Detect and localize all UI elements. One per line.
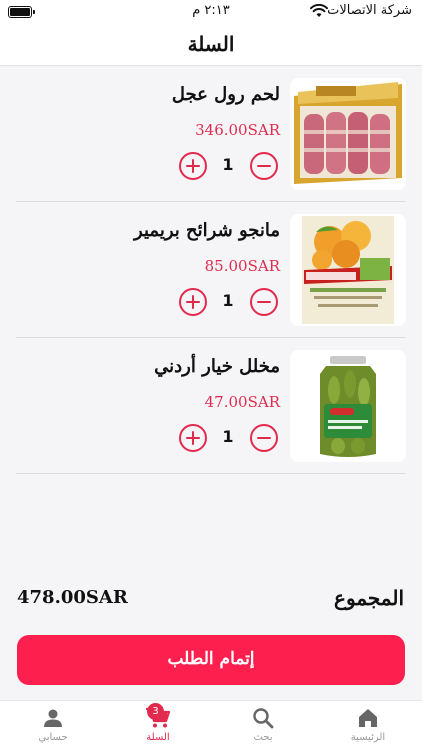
tab-label: السلة (146, 732, 170, 743)
page-title: السلة (187, 32, 235, 56)
home-icon (359, 709, 377, 727)
decrease-quantity-button[interactable] (250, 288, 278, 316)
tab-search[interactable]: بحث (223, 705, 303, 749)
status-bar: ٢:١٣ م شركة الاتصالات (0, 0, 422, 26)
product-price: 85.00SAR (204, 257, 280, 275)
cart-item: مانجو شرائح بريمير 85.00SAR 1 (16, 202, 406, 338)
quantity-value: 1 (222, 291, 234, 310)
tab-home[interactable]: الرئيسية (328, 705, 408, 749)
quantity-value: 1 (222, 427, 234, 446)
tab-cart[interactable]: 3 السلة (118, 703, 198, 749)
product-image-pickles[interactable] (290, 350, 406, 462)
increase-quantity-button[interactable] (179, 288, 207, 316)
product-price: 47.00SAR (204, 393, 280, 411)
increase-quantity-button[interactable] (179, 424, 207, 452)
product-name: لحم رول عجل (171, 84, 280, 105)
decrease-quantity-button[interactable] (250, 424, 278, 452)
checkout-button-label: إتمام الطلب (167, 649, 255, 669)
header: السلة (0, 26, 422, 66)
cart-list: لحم رول عجل 346.00SAR 1 مانجو شرائح بريم… (0, 66, 422, 474)
total-label: المجموع (334, 586, 404, 610)
product-image-mango-slices[interactable] (290, 214, 406, 326)
person-icon (44, 709, 62, 727)
tab-label: بحث (253, 732, 273, 743)
decrease-quantity-button[interactable] (250, 152, 278, 180)
cart-count-badge: 3 (147, 703, 164, 720)
tab-label: حسابي (38, 732, 68, 743)
tab-account[interactable]: حسابي (13, 705, 93, 749)
battery-icon (8, 6, 35, 18)
product-price: 346.00SAR (195, 121, 280, 139)
wifi-icon (310, 4, 328, 17)
tab-bar: حسابي 3 السلة بحث الرئيسية (0, 700, 422, 750)
quantity-value: 1 (222, 155, 234, 174)
carrier-name: شركة الاتصالات (327, 3, 412, 18)
checkout-button[interactable]: إتمام الطلب (17, 635, 405, 685)
tab-label: الرئيسية (350, 732, 386, 743)
cart-item: مخلل خيار أردني 47.00SAR 1 (16, 338, 406, 474)
product-image-veal-roll[interactable] (290, 78, 406, 190)
status-time: ٢:١٣ م (192, 3, 230, 18)
increase-quantity-button[interactable] (179, 152, 207, 180)
product-name: مانجو شرائح بريمير (134, 220, 280, 241)
search-icon (253, 708, 274, 729)
product-name: مخلل خيار أردني (154, 356, 280, 377)
cart-item: لحم رول عجل 346.00SAR 1 (16, 66, 406, 202)
total-value: 478.00SAR (17, 587, 128, 608)
